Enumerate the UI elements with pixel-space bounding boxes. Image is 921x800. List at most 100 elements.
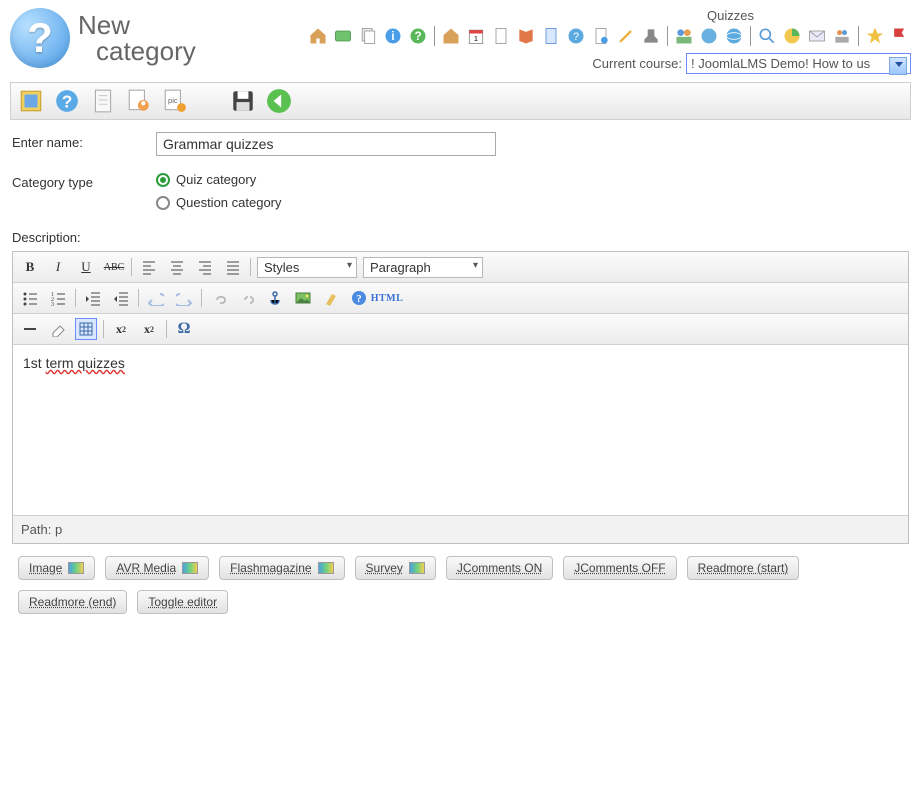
survey-button[interactable]: Survey [355, 556, 436, 580]
undo-button[interactable] [145, 287, 167, 309]
align-center-button[interactable] [166, 256, 188, 278]
page-title-line2: category [96, 38, 196, 64]
image-button[interactable] [292, 287, 314, 309]
radio-question-label: Question category [176, 195, 282, 210]
italic-button[interactable]: I [47, 256, 69, 278]
doc-icon[interactable] [490, 25, 512, 47]
readmore-start-button[interactable]: Readmore (start) [687, 556, 800, 580]
info-icon[interactable]: i [382, 25, 404, 47]
indent-button[interactable] [110, 287, 132, 309]
stamp-icon[interactable] [640, 25, 662, 47]
outdent-button[interactable] [82, 287, 104, 309]
cleanup-button[interactable] [320, 287, 342, 309]
swatch-icon [318, 562, 334, 574]
pencil-icon[interactable] [615, 25, 637, 47]
separator [434, 26, 435, 46]
jcomments-on-button[interactable]: JComments ON [446, 556, 553, 580]
underline-button[interactable]: U [75, 256, 97, 278]
people-icon[interactable] [831, 25, 853, 47]
main-nav-icons: i ? 1 ? [220, 25, 911, 47]
card-icon[interactable] [332, 25, 354, 47]
unlink-button[interactable] [236, 287, 258, 309]
page-icon[interactable] [540, 25, 562, 47]
html-button[interactable]: HTML [376, 287, 398, 309]
action-toolbar: ? pic [10, 82, 911, 120]
book-icon[interactable] [515, 25, 537, 47]
doc-action-icon[interactable] [89, 87, 117, 115]
redo-button[interactable] [173, 287, 195, 309]
superscript-button[interactable]: x2 [138, 318, 160, 340]
flashmagazine-button[interactable]: Flashmagazine [219, 556, 344, 580]
subscript-button[interactable]: x2 [110, 318, 132, 340]
readmore-end-button[interactable]: Readmore (end) [18, 590, 127, 614]
toggle-editor-button[interactable]: Toggle editor [137, 590, 228, 614]
radio-icon [156, 173, 170, 187]
help-action-icon[interactable]: ? [53, 87, 81, 115]
bold-button[interactable]: B [19, 256, 41, 278]
name-input[interactable] [156, 132, 496, 156]
help-editor-button[interactable]: ? [348, 287, 370, 309]
globe-help-icon[interactable]: ? [565, 25, 587, 47]
anchor-button[interactable] [264, 287, 286, 309]
jcomments-off-button[interactable]: JComments OFF [563, 556, 676, 580]
svg-text:?: ? [62, 92, 73, 112]
radio-quiz-label: Quiz category [176, 172, 256, 187]
current-course-label: Current course: [592, 56, 682, 71]
mail-icon[interactable] [806, 25, 828, 47]
align-left-button[interactable] [138, 256, 160, 278]
svg-text:3: 3 [51, 302, 54, 306]
omega-button[interactable]: Ω [173, 318, 195, 340]
page-logo: ? New category [10, 8, 220, 68]
editor-content[interactable]: 1st term quizzes [13, 345, 908, 515]
link-button[interactable] [208, 287, 230, 309]
house-icon[interactable] [440, 25, 462, 47]
doc2-icon[interactable] [590, 25, 612, 47]
calendar-icon[interactable]: 1 [465, 25, 487, 47]
avr-media-button[interactable]: AVR Media [105, 556, 209, 580]
align-right-button[interactable] [194, 256, 216, 278]
flag-icon[interactable] [889, 25, 911, 47]
separator [667, 26, 668, 46]
course-select-value: ! JoomlaLMS Demo! How to us [691, 56, 870, 71]
copy-icon[interactable] [357, 25, 379, 47]
swatch-icon [409, 562, 425, 574]
pie-icon[interactable] [781, 25, 803, 47]
radio-quiz-category[interactable]: Quiz category [156, 172, 282, 187]
svg-text:?: ? [356, 293, 362, 305]
user-doc-icon[interactable] [125, 87, 153, 115]
save-icon[interactable] [229, 87, 257, 115]
page-title-line1: New [78, 12, 196, 38]
styles-select[interactable]: Styles [257, 257, 357, 278]
swatch-icon [68, 562, 84, 574]
hr-button[interactable] [19, 318, 41, 340]
strike-button[interactable]: ABC [103, 256, 125, 278]
help-icon[interactable]: ? [407, 25, 429, 47]
insert-image-button[interactable]: Image [18, 556, 95, 580]
home-icon[interactable] [307, 25, 329, 47]
course-select[interactable]: ! JoomlaLMS Demo! How to us [686, 53, 911, 74]
svg-text:i: i [391, 30, 394, 43]
star-icon[interactable] [864, 25, 886, 47]
radio-icon [156, 196, 170, 210]
table-button[interactable] [75, 318, 97, 340]
question-mark-icon: ? [27, 14, 53, 62]
description-label: Description: [0, 218, 921, 251]
separator [858, 26, 859, 46]
ul-button[interactable] [19, 287, 41, 309]
back-icon[interactable] [265, 87, 293, 115]
name-label: Enter name: [12, 132, 132, 150]
users-icon[interactable] [673, 25, 695, 47]
align-justify-button[interactable] [222, 256, 244, 278]
svg-text:?: ? [414, 30, 421, 43]
pic-icon[interactable]: pic [161, 87, 189, 115]
format-select[interactable]: Paragraph [363, 257, 483, 278]
ol-button[interactable]: 123 [47, 287, 69, 309]
new-icon[interactable] [17, 87, 45, 115]
section-label: Quizzes [550, 8, 911, 23]
world-icon[interactable] [723, 25, 745, 47]
search-icon[interactable] [756, 25, 778, 47]
eraser-button[interactable] [47, 318, 69, 340]
globe-users-icon[interactable] [698, 25, 720, 47]
chevron-down-icon [895, 62, 903, 67]
radio-question-category[interactable]: Question category [156, 195, 282, 210]
